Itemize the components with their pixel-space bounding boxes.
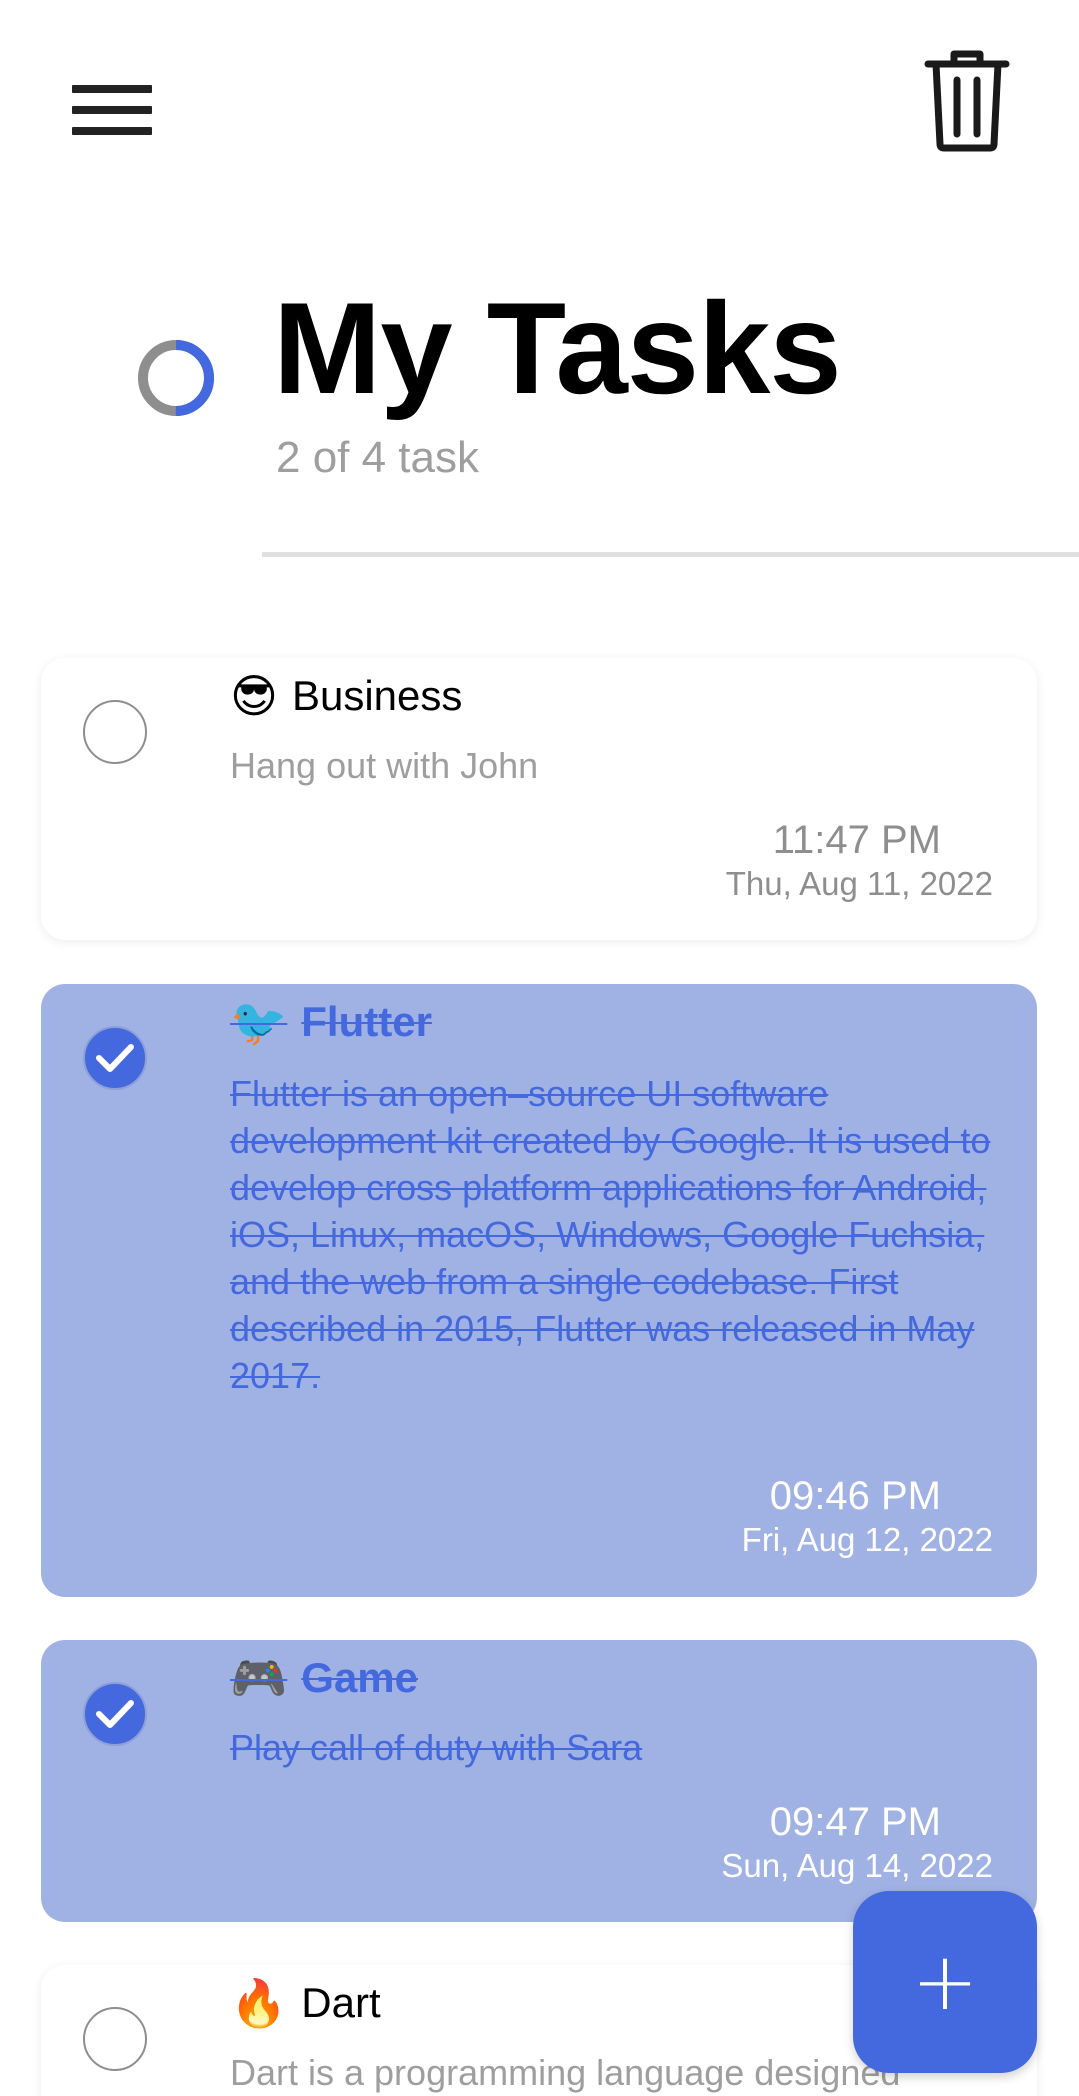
task-time: 09:46 PM — [769, 1474, 941, 1518]
task-card-flutter[interactable]: 🐦 Flutter Flutter is an open–source UI s… — [41, 984, 1037, 1597]
task-count: 2 of 4 task — [276, 433, 480, 482]
task-checkbox-checked[interactable] — [83, 1026, 147, 1090]
task-date: Sun, Aug 14, 2022 — [721, 1847, 993, 1884]
task-card-game[interactable]: 🎮 Game Play call of duty with Sara 09:47… — [41, 1640, 1037, 1922]
task-category: Business — [291, 672, 463, 719]
task-time: 11:47 PM — [772, 818, 941, 862]
progress-ring — [138, 340, 214, 416]
game-controller-emoji-icon: 🎮 — [230, 1651, 288, 1705]
menu-icon-line — [72, 127, 152, 135]
check-icon — [96, 1700, 134, 1728]
bird-emoji-icon: 🐦 — [230, 995, 288, 1049]
task-category: Game — [301, 1654, 419, 1701]
trash-icon-glyph — [924, 50, 1010, 152]
check-icon — [96, 1044, 134, 1072]
task-checkbox[interactable] — [83, 700, 147, 764]
menu-icon[interactable] — [72, 70, 172, 150]
task-date: Thu, Aug 11, 2022 — [725, 865, 993, 902]
task-description: Flutter is an open–source UI software de… — [230, 1073, 991, 1396]
fire-emoji-icon: 🔥 — [230, 1976, 288, 2030]
plus-icon: + — [911, 1935, 979, 2028]
task-description: Play call of duty with Sara — [230, 1727, 643, 1768]
task-checkbox-checked[interactable] — [83, 1682, 147, 1746]
task-title: 😎 Business — [230, 670, 462, 722]
task-time: 09:47 PM — [769, 1800, 941, 1844]
task-checkbox[interactable] — [83, 2007, 147, 2071]
page-title: My Tasks — [273, 275, 842, 421]
task-category: Flutter — [301, 998, 432, 1045]
trash-icon[interactable] — [924, 48, 1024, 158]
task-card-business[interactable]: 😎 Business Hang out with John 11:47 PM T… — [41, 658, 1037, 940]
add-task-button[interactable]: + — [853, 1891, 1037, 2073]
menu-icon-line — [72, 106, 152, 114]
sunglasses-emoji-icon: 😎 — [230, 669, 278, 723]
task-title: 🐦 Flutter — [230, 996, 432, 1048]
task-description: Hang out with John — [230, 745, 539, 786]
divider — [262, 552, 1079, 557]
menu-icon-line — [72, 85, 152, 93]
task-category: Dart — [301, 1979, 381, 2026]
task-title: 🎮 Game — [230, 1652, 418, 1704]
task-title: 🔥 Dart — [230, 1977, 381, 2029]
task-date: Fri, Aug 12, 2022 — [741, 1521, 993, 1558]
task-screen: My Tasks 2 of 4 task 😎 Business Hang out… — [0, 0, 1079, 2096]
